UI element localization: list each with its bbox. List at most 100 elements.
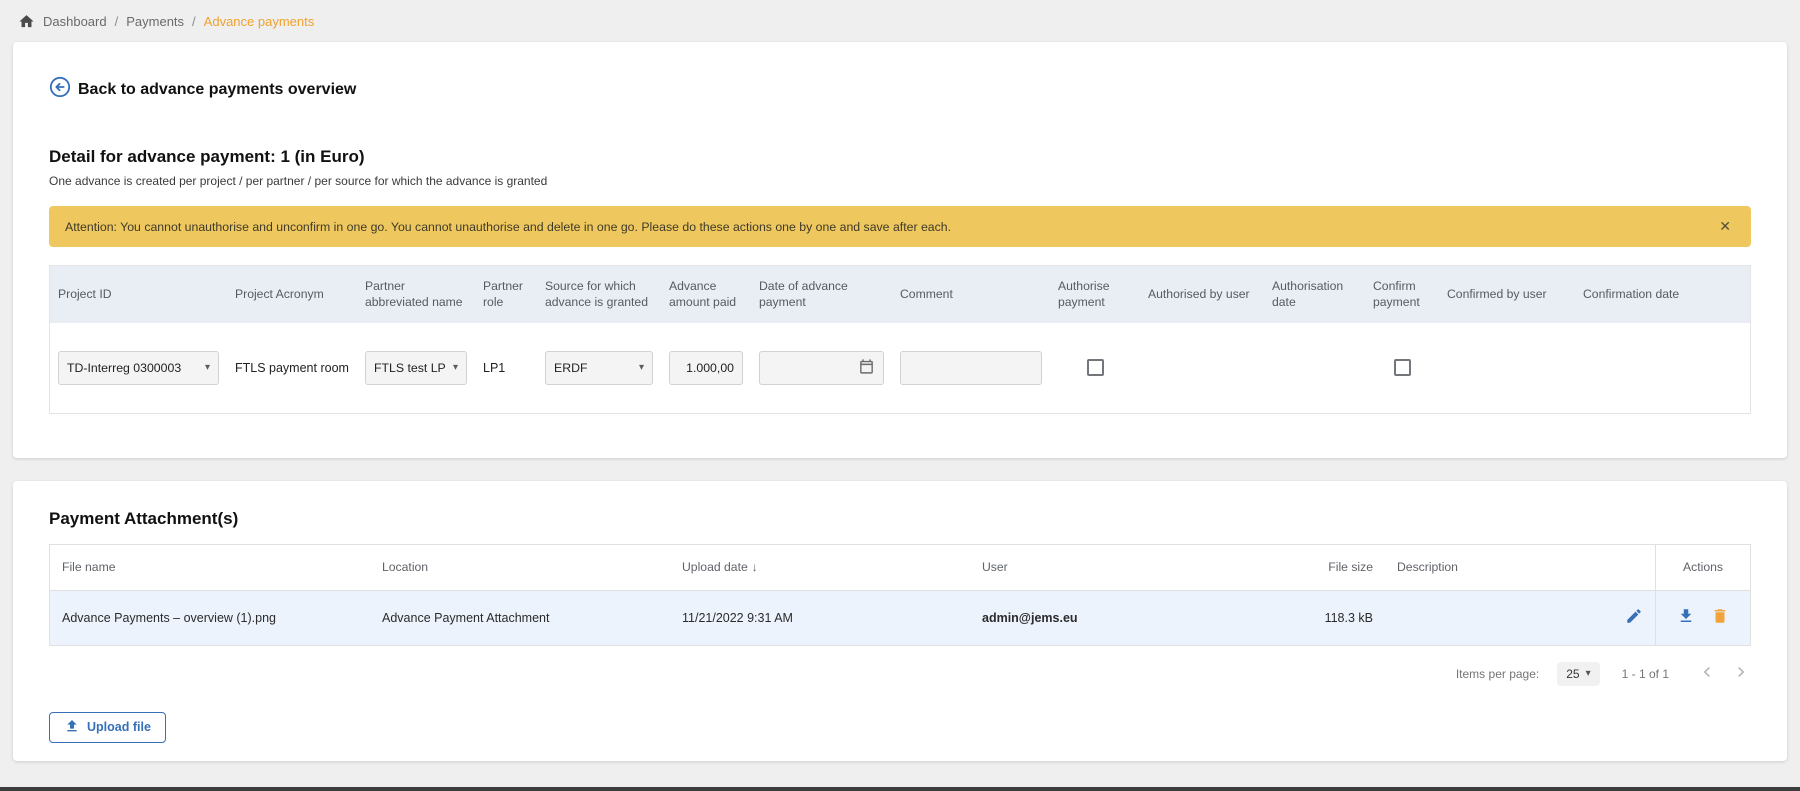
chevron-down-icon: ▾ [205,362,210,373]
delete-button[interactable] [1711,607,1729,628]
paginator: Items per page: 25 ▾ 1 - 1 of 1 [49,662,1751,686]
advance-amount-input[interactable] [669,351,743,385]
col-advance-amount-paid: Advance amount paid [661,266,751,323]
date-cell [751,323,892,413]
attachment-row: Advance Payments – overview (1).png Adva… [50,591,1750,645]
authorise-payment-checkbox[interactable] [1087,359,1104,376]
col-actions: Actions [1655,545,1750,590]
partner-role-cell: LP1 [475,323,537,413]
col-confirmation-date: Confirmation date [1575,266,1750,323]
source-value: ERDF [554,361,587,375]
page-range-label: 1 - 1 of 1 [1622,667,1669,681]
advance-payment-row: TD-Interreg 0300003 ▾ FTLS payment room … [50,323,1750,413]
confirm-payment-checkbox[interactable] [1394,359,1411,376]
attachment-file-name: Advance Payments – overview (1).png [50,591,370,645]
items-per-page-label: Items per page: [1456,667,1539,681]
col-file-size[interactable]: File size [1285,545,1385,590]
col-authorisation-date: Authorisation date [1264,266,1365,323]
next-page-button[interactable] [1731,662,1751,685]
col-project-acronym: Project Acronym [227,266,357,323]
chevron-down-icon: ▾ [639,362,644,373]
col-authorise-payment: Authorise payment [1050,266,1140,323]
confirmation-date-cell [1575,323,1750,413]
amount-cell [661,323,751,413]
breadcrumb: Dashboard / Payments / Advance payments [0,0,1800,42]
chevron-right-icon [1731,662,1751,685]
upload-file-button[interactable]: Upload file [49,712,166,743]
col-partner-role: Partner role [475,266,537,323]
chevron-down-icon: ▾ [453,362,458,373]
comment-input[interactable] [900,351,1042,385]
payment-attachments-card: Payment Attachment(s) File name Location… [13,481,1787,761]
project-acronym-cell: FTLS payment room [227,323,357,413]
comment-cell [892,323,1050,413]
confirmed-by-user-cell [1439,323,1575,413]
breadcrumb-payments[interactable]: Payments [126,14,184,29]
attachments-title: Payment Attachment(s) [49,509,1751,529]
previous-page-button[interactable] [1697,662,1717,685]
breadcrumb-separator: / [192,14,196,29]
source-cell: ERDF ▾ [537,323,661,413]
col-authorised-by-user: Authorised by user [1140,266,1264,323]
chevron-down-icon: ▾ [1586,668,1591,679]
project-id-value: TD-Interreg 0300003 [67,361,181,375]
col-location[interactable]: Location [370,545,670,590]
col-user[interactable]: User [970,545,1285,590]
col-upload-date[interactable]: Upload date ↓ [670,545,970,590]
partner-name-cell: FTLS test LP ▾ [357,323,475,413]
authorised-by-user-cell [1140,323,1264,413]
col-date-of-advance-payment: Date of advance payment [751,266,892,323]
upload-file-label: Upload file [87,720,151,734]
advance-payment-table: Project ID Project Acronym Partner abbre… [49,265,1751,414]
project-id-select[interactable]: TD-Interreg 0300003 ▾ [58,351,219,385]
attachment-actions-cell [1655,591,1750,645]
partner-name-select[interactable]: FTLS test LP ▾ [365,351,467,385]
calendar-icon[interactable] [858,358,875,378]
col-file-name[interactable]: File name [50,545,370,590]
col-source: Source for which advance is granted [537,266,661,323]
attachment-location: Advance Payment Attachment [370,591,670,645]
col-project-id: Project ID [50,266,227,323]
back-to-overview-link[interactable]: Back to advance payments overview [49,76,1751,103]
col-confirmed-by-user: Confirmed by user [1439,266,1575,323]
chevron-left-icon [1697,662,1717,685]
items-per-page-select[interactable]: 25 ▾ [1557,662,1599,686]
trash-icon [1711,607,1729,628]
close-icon[interactable]: ✕ [1715,218,1735,235]
paginator-nav [1697,662,1751,685]
col-confirm-payment: Confirm payment [1365,266,1439,323]
edit-description-button[interactable] [1625,607,1643,628]
attention-banner: Attention: You cannot unauthorise and un… [49,206,1751,247]
sort-desc-icon: ↓ [752,560,758,574]
col-upload-date-label: Upload date [682,560,748,574]
home-icon[interactable] [18,13,35,30]
breadcrumb-separator: / [115,14,119,29]
partner-name-value: FTLS test LP [374,361,446,375]
breadcrumb-dashboard[interactable]: Dashboard [43,14,107,29]
back-link-label: Back to advance payments overview [78,81,356,99]
upload-icon [64,718,80,737]
project-id-cell: TD-Interreg 0300003 ▾ [50,323,227,413]
arrow-left-circle-icon [49,76,71,103]
attachment-description-cell [1385,591,1655,645]
download-button[interactable] [1677,607,1695,628]
items-per-page: Items per page: 25 ▾ [1456,662,1600,686]
attachment-upload-date: 11/21/2022 9:31 AM [670,591,970,645]
page-subtitle: One advance is created per project / per… [49,174,1751,188]
advance-payment-detail-card: Back to advance payments overview Detail… [13,42,1787,458]
items-per-page-value: 25 [1566,667,1579,681]
download-icon [1677,607,1695,628]
page-title: Detail for advance payment: 1 (in Euro) [49,147,1751,167]
col-partner-abbreviated-name: Partner abbreviated name [357,266,475,323]
col-description: Description [1385,545,1655,590]
pencil-icon [1625,607,1643,628]
date-of-advance-payment-input[interactable] [759,351,884,385]
authorisation-date-cell [1264,323,1365,413]
confirm-payment-cell [1365,323,1439,413]
source-select[interactable]: ERDF ▾ [545,351,653,385]
advance-payment-table-header: Project ID Project Acronym Partner abbre… [50,266,1750,323]
attention-banner-text: Attention: You cannot unauthorise and un… [65,220,951,234]
breadcrumb-advance-payments[interactable]: Advance payments [204,14,315,29]
footer-divider [0,787,1800,791]
attachment-file-size: 118.3 kB [1285,591,1385,645]
